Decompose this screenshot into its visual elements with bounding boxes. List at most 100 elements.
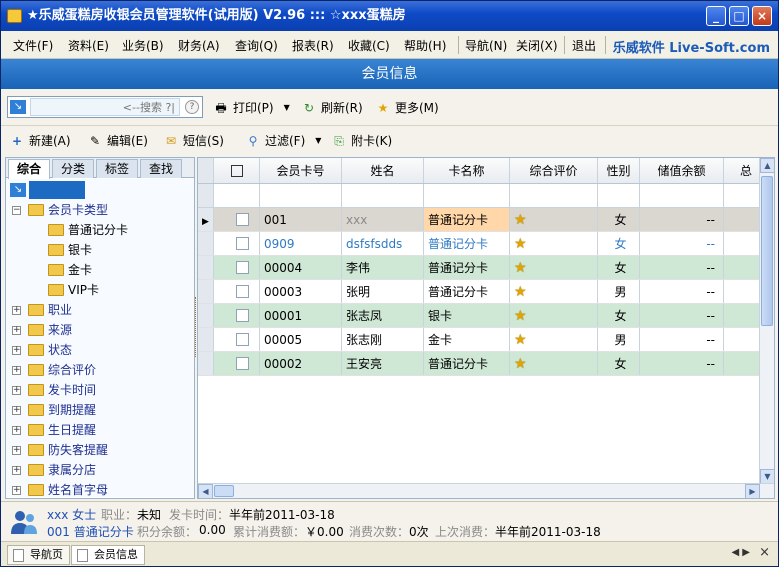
close-tab-icon[interactable]: × (759, 545, 770, 560)
tree-group-churn[interactable]: + 防失客提醒 (6, 440, 192, 460)
tree-item-card-type[interactable]: 普通记分卡 (6, 220, 192, 240)
scroll-right-button[interactable]: ▶ (745, 484, 760, 498)
filter-cell[interactable] (510, 184, 598, 207)
scroll-thumb[interactable] (761, 176, 773, 326)
tree-root[interactable]: ↘ (8, 180, 192, 200)
scroll-down-button[interactable]: ▼ (760, 469, 774, 484)
tree-item-card-type[interactable]: 金卡 (6, 260, 192, 280)
tab-nav-page[interactable]: 导航页 (7, 545, 70, 565)
help-icon[interactable]: ? (185, 100, 199, 114)
expand-icon[interactable]: + (12, 446, 21, 455)
expand-icon[interactable]: + (12, 486, 21, 495)
print-dropdown-icon[interactable]: ▼ (284, 103, 290, 112)
menu-help[interactable]: 帮助(H) (404, 37, 446, 54)
tree-group-initial[interactable]: + 姓名首字母 (6, 480, 192, 500)
edit-button[interactable]: ✎ 编辑(E) (87, 132, 148, 149)
tree-group-job[interactable]: + 职业 (6, 300, 192, 320)
expand-icon[interactable]: + (12, 306, 21, 315)
tree-group-issue-time[interactable]: + 发卡时间 (6, 380, 192, 400)
row-checkbox[interactable] (236, 285, 249, 298)
print-button[interactable]: 🖶 打印(P) ▼ (213, 99, 290, 116)
filter-cell[interactable] (342, 184, 424, 207)
select-all-checkbox[interactable] (214, 158, 260, 183)
col-gender[interactable]: 性别 (598, 158, 640, 183)
minimize-button[interactable]: _ (706, 6, 726, 26)
row-checkbox[interactable] (236, 309, 249, 322)
menu-query[interactable]: 查询(Q) (235, 37, 278, 54)
search-icon[interactable]: ↘ (10, 100, 26, 114)
col-card-no[interactable]: 会员卡号 (260, 158, 342, 183)
expand-icon[interactable]: + (12, 326, 21, 335)
tree-item-card-types[interactable]: − 会员卡类型 (6, 200, 192, 220)
col-card-name[interactable]: 卡名称 (424, 158, 510, 183)
tab-find[interactable]: 查找 (140, 159, 182, 178)
table-row[interactable]: ▶ 001 xxx 普通记分卡 ★ 女 -- (198, 208, 760, 232)
row-checkbox[interactable] (236, 213, 249, 226)
menu-report[interactable]: 报表(R) (292, 37, 334, 54)
tab-member-info[interactable]: 会员信息 (71, 545, 145, 565)
filter-cell[interactable] (260, 184, 342, 207)
hscroll-thumb[interactable] (214, 485, 234, 497)
table-row[interactable]: 00001 张志凤 银卡 ★ 女 -- (198, 304, 760, 328)
col-balance[interactable]: 储值余额 (640, 158, 724, 183)
tree-item-card-type[interactable]: 银卡 (6, 240, 192, 260)
filter-cell[interactable] (640, 184, 724, 207)
collapse-icon[interactable]: − (12, 206, 21, 215)
filter-button[interactable]: ⚲ 过滤(F) ▼ (245, 132, 322, 149)
menu-file[interactable]: 文件(F) (13, 37, 53, 54)
filter-cell[interactable] (214, 184, 260, 207)
refresh-button[interactable]: ↻ 刷新(R) (301, 99, 363, 116)
expand-icon[interactable]: + (12, 466, 21, 475)
horizontal-scrollbar[interactable]: ◀ ▶ (198, 483, 774, 498)
card-button[interactable]: ⎘ 附卡(K) (331, 132, 392, 149)
more-button[interactable]: ★ 更多(M) (375, 99, 439, 116)
expand-icon[interactable]: + (12, 386, 21, 395)
tab-general[interactable]: 综合 (8, 159, 50, 179)
row-checkbox[interactable] (236, 357, 249, 370)
scroll-left-button[interactable]: ◀ (198, 484, 213, 498)
tab-category[interactable]: 分类 (52, 159, 94, 178)
expand-icon[interactable]: + (12, 346, 21, 355)
menu-business[interactable]: 业务(B) (122, 37, 164, 54)
tree-group-rating[interactable]: + 综合评价 (6, 360, 192, 380)
filter-cell[interactable] (598, 184, 640, 207)
filter-cell[interactable] (424, 184, 510, 207)
col-total[interactable]: 总 (724, 158, 764, 183)
tree-group-status[interactable]: + 状态 (6, 340, 192, 360)
close-button[interactable]: × (752, 6, 772, 26)
tree-group-birthday[interactable]: + 生日提醒 (6, 420, 192, 440)
tab-scroll-arrows[interactable]: ◀ ▶ (731, 547, 750, 558)
filter-dropdown-icon[interactable]: ▼ (315, 136, 321, 145)
tree-group-branch[interactable]: + 隶属分店 (6, 460, 192, 480)
menu-data[interactable]: 资料(E) (68, 37, 109, 54)
row-checkbox[interactable] (236, 237, 249, 250)
row-checkbox[interactable] (236, 333, 249, 346)
menu-navigate[interactable]: 导航(N) (465, 37, 507, 54)
maximize-button[interactable]: □ (729, 6, 749, 26)
table-row[interactable]: 00003 张明 普通记分卡 ★ 男 -- (198, 280, 760, 304)
cell-gender: 女 (598, 208, 640, 231)
tree-item-card-type[interactable]: VIP卡 (6, 280, 192, 300)
table-row[interactable]: 00005 张志刚 金卡 ★ 男 -- (198, 328, 760, 352)
menu-finance[interactable]: 财务(A) (178, 37, 220, 54)
col-name[interactable]: 姓名 (342, 158, 424, 183)
menu-favorites[interactable]: 收藏(C) (348, 37, 390, 54)
vertical-scrollbar[interactable]: ▲ ▼ (759, 158, 774, 484)
tree-group-expiry[interactable]: + 到期提醒 (6, 400, 192, 420)
row-checkbox[interactable] (236, 261, 249, 274)
col-rating[interactable]: 综合评价 (510, 158, 598, 183)
table-row[interactable]: 00004 李伟 普通记分卡 ★ 女 -- (198, 256, 760, 280)
expand-icon[interactable]: + (12, 366, 21, 375)
tab-tag[interactable]: 标签 (96, 159, 138, 178)
expand-icon[interactable]: + (12, 426, 21, 435)
tree-group-source[interactable]: + 来源 (6, 320, 192, 340)
expand-icon[interactable]: + (12, 406, 21, 415)
table-row[interactable]: 00002 王安亮 普通记分卡 ★ 女 -- (198, 352, 760, 376)
search-input[interactable] (30, 98, 180, 116)
menu-close[interactable]: 关闭(X) (516, 37, 558, 54)
menu-exit[interactable]: 退出 (572, 37, 596, 54)
scroll-up-button[interactable]: ▲ (760, 158, 774, 173)
new-button[interactable]: + 新建(A) (9, 132, 71, 149)
sms-button[interactable]: ✉ 短信(S) (163, 132, 224, 149)
table-row[interactable]: 0909 dsfsfsdds 普通记分卡 ★ 女 -- (198, 232, 760, 256)
